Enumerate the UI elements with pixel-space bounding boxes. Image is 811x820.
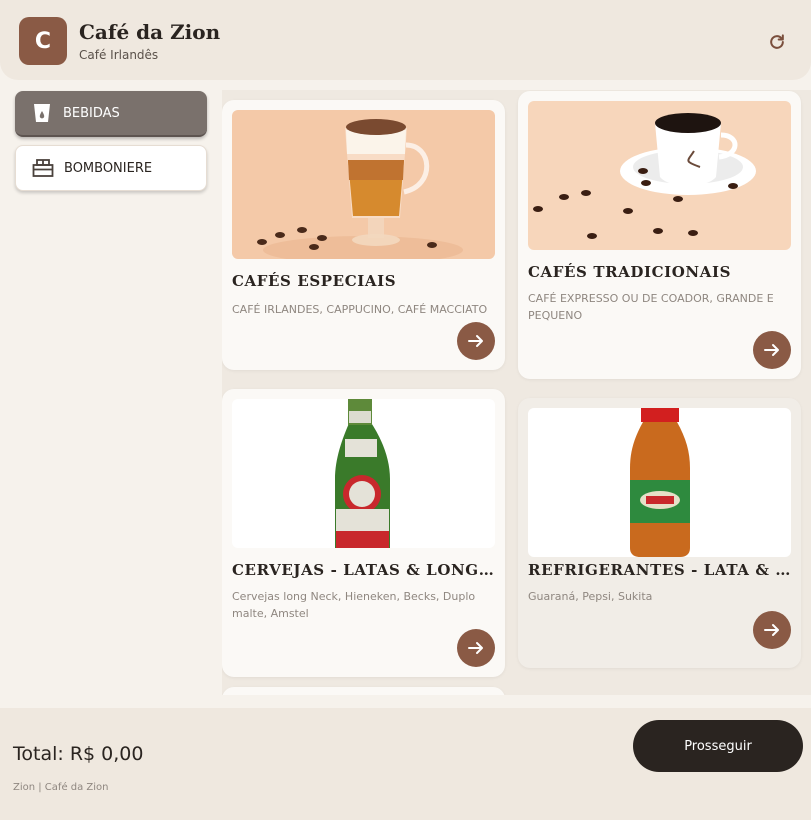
refresh-button[interactable] xyxy=(764,29,790,55)
category-card-cafes-tradicionais[interactable]: CAFÉS TRADICIONAIS CAFÉ EXPRESSO OU DE C… xyxy=(518,91,801,379)
category-title: CERVEJAS - LATAS & LONG NECK xyxy=(232,561,495,579)
category-description: CAFÉ EXPRESSO OU DE COADOR, GRANDE E PEQ… xyxy=(528,292,774,322)
sidebar-item-bebidas[interactable]: BEBIDAS xyxy=(15,91,207,137)
proceed-button[interactable]: Prosseguir xyxy=(633,720,803,772)
category-card-partial[interactable] xyxy=(222,687,505,695)
category-description: CAFÉ IRLANDES, CAPPUCINO, CAFÉ MACCIATO xyxy=(232,303,488,316)
sidebar-item-label: BEBIDAS xyxy=(63,105,120,121)
sidebar-item-bomboniere[interactable]: BOMBONIERE xyxy=(15,145,207,191)
category-title: REFRIGERANTES - LATA & 600ML xyxy=(528,561,791,579)
cup-icon xyxy=(31,102,53,124)
footer-note: Zion | Café da Zion xyxy=(13,782,109,793)
refrigerantes-image xyxy=(528,408,791,557)
arrow-right-icon xyxy=(764,344,779,356)
cafes-tradicionais-image xyxy=(528,101,791,250)
checkout-footer: Total: R$ 0,00 Zion | Café da Zion Pross… xyxy=(0,708,811,820)
category-card-cafes-especiais[interactable]: CAFÉS ESPECIAIS CAFÉ IRLANDES, CAPPUCINO… xyxy=(222,100,505,370)
arrow-right-icon xyxy=(468,642,483,654)
store-title: Café da Zion xyxy=(79,20,221,44)
open-category-button[interactable] xyxy=(753,611,791,649)
category-grid: CAFÉS ESPECIAIS CAFÉ IRLANDES, CAPPUCINO… xyxy=(222,90,811,695)
open-category-button[interactable] xyxy=(457,629,495,667)
category-description: Cervejas long Neck, Hieneken, Becks, Dup… xyxy=(232,590,476,620)
category-card-cervejas[interactable]: CERVEJAS - LATAS & LONG NECK Cervejas lo… xyxy=(222,389,505,677)
store-logo: C xyxy=(19,17,67,65)
sidebar-item-label: BOMBONIERE xyxy=(64,160,153,176)
refresh-icon xyxy=(770,34,784,49)
open-category-button[interactable] xyxy=(457,322,495,360)
category-title: CAFÉS TRADICIONAIS xyxy=(528,263,732,281)
cervejas-image xyxy=(232,399,495,548)
category-title: CAFÉS ESPECIAIS xyxy=(232,272,397,290)
arrow-right-icon xyxy=(764,624,779,636)
cafes-especiais-image xyxy=(232,110,495,259)
category-card-refrigerantes[interactable]: REFRIGERANTES - LATA & 600ML Guaraná, Pe… xyxy=(518,398,801,668)
app-header: C Café da Zion Café Irlandês xyxy=(0,0,811,80)
store-subtitle: Café Irlandês xyxy=(79,48,159,62)
gift-box-icon xyxy=(32,157,54,179)
open-category-button[interactable] xyxy=(753,331,791,369)
category-description: Guaraná, Pepsi, Sukita xyxy=(528,590,653,603)
arrow-right-icon xyxy=(468,335,483,347)
order-total: Total: R$ 0,00 xyxy=(13,743,144,765)
